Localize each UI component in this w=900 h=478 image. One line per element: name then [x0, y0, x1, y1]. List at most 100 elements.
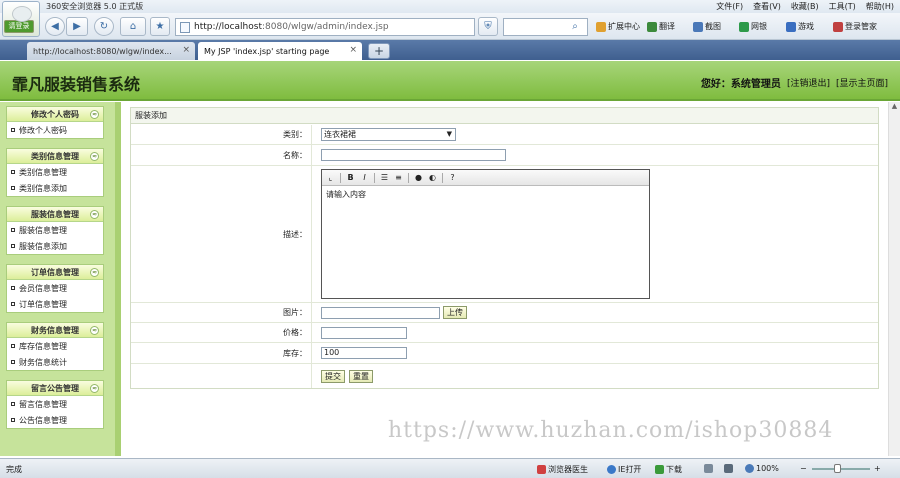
home-icon[interactable]: ⌂	[120, 17, 146, 36]
sidebar-group-title[interactable]: 留言公告管理 ≈	[7, 381, 103, 396]
stock-input[interactable]: 100	[321, 347, 407, 359]
upload-button[interactable]: 上传	[443, 306, 467, 319]
main-content: 服装添加 类别： 连衣裙裙 ▼ 名称： 描述： ⌞ B I ☰ ≡ ● ◐ ? …	[121, 102, 890, 456]
vertical-scrollbar[interactable]: ▲	[888, 102, 900, 456]
sidebar-item-clothing-manage[interactable]: 服装信息管理	[7, 222, 103, 238]
toolbar-login-manager[interactable]: 登录管家	[833, 21, 877, 32]
ie-open[interactable]: IE打开	[607, 464, 641, 475]
italic-button[interactable]: I	[360, 173, 369, 182]
menu-favorites[interactable]: 收藏(B)	[791, 1, 819, 12]
link-icon[interactable]: ●	[414, 173, 423, 182]
toolbar-screenshot[interactable]: 截图	[693, 21, 721, 32]
bold-button[interactable]: B	[346, 173, 355, 182]
submit-button[interactable]: 提交	[321, 369, 345, 383]
unordered-list-icon[interactable]: ≡	[394, 173, 403, 182]
category-label: 类别：	[283, 130, 307, 139]
bullet-icon	[11, 286, 15, 290]
sidebar-group-title[interactable]: 类别信息管理 ≈	[7, 149, 103, 164]
menu-file[interactable]: 文件(F)	[716, 1, 743, 12]
menu-view[interactable]: 查看(V)	[753, 1, 781, 12]
address-path: :8080/wlgw/admin/index.jsp	[261, 22, 389, 32]
sidebar: 修改个人密码 ≈ 修改个人密码 类别信息管理 ≈ 类别信息管理 类别信息添加 服装信…	[0, 102, 121, 456]
sidebar-group-orders: 订单信息管理 ≈ 会员信息管理 订单信息管理	[6, 264, 104, 313]
bullet-icon	[11, 128, 15, 132]
sidebar-item-notices[interactable]: 公告信息管理	[7, 412, 103, 428]
download-icon	[655, 465, 664, 474]
collapse-icon[interactable]: ≈	[90, 152, 99, 161]
description-label: 描述：	[283, 229, 307, 239]
menu-tools[interactable]: 工具(T)	[829, 1, 856, 12]
tab-home[interactable]: http://localhost:8080/wlgw/index... ×	[27, 42, 195, 60]
close-icon[interactable]: ×	[349, 45, 357, 55]
stock-label: 库存：	[283, 348, 307, 358]
zoom-slider-handle[interactable]	[834, 464, 841, 473]
zoom-in-icon[interactable]: +	[874, 464, 881, 473]
sidebar-item-orders[interactable]: 订单信息管理	[7, 296, 103, 312]
star-icon[interactable]: ★	[150, 17, 170, 36]
sidebar-group-title[interactable]: 修改个人密码 ≈	[7, 107, 103, 122]
source-icon[interactable]: ⌞	[326, 173, 335, 182]
download-button[interactable]: 下载	[655, 464, 682, 475]
toolbar-translate[interactable]: 翻译	[647, 21, 675, 32]
collapse-icon[interactable]: ≈	[90, 326, 99, 335]
add-clothing-form: 服装添加 类别： 连衣裙裙 ▼ 名称： 描述： ⌞ B I ☰ ≡ ● ◐ ? …	[130, 107, 879, 389]
back-icon[interactable]: ◀	[45, 17, 65, 36]
sidebar-item-finance-stats[interactable]: 财务信息统计	[7, 354, 103, 370]
site-header: 霏凡服装销售系统 您好：系统管理员 [注销退出] [显示主页面]	[0, 61, 900, 101]
new-tab-button[interactable]: +	[368, 43, 390, 59]
category-select[interactable]: 连衣裙裙 ▼	[321, 128, 456, 141]
toolbar-games[interactable]: 游戏	[786, 21, 814, 32]
address-bar[interactable]: http://localhost:8080/wlgw/admin/index.j…	[175, 18, 475, 36]
sidebar-group-title[interactable]: 服装信息管理 ≈	[7, 207, 103, 222]
menu-bar: 文件(F) 查看(V) 收藏(B) 工具(T) 帮助(H)	[716, 1, 894, 12]
browser-logo[interactable]: 请登录	[2, 1, 40, 37]
collapse-icon[interactable]: ≈	[90, 110, 99, 119]
name-input[interactable]	[321, 149, 506, 161]
sidebar-group-title[interactable]: 财务信息管理 ≈	[7, 323, 103, 338]
login-button[interactable]: 请登录	[4, 20, 34, 33]
zoom-level[interactable]: 100%	[745, 464, 779, 473]
sidebar-item-clothing-add[interactable]: 服装信息添加	[7, 238, 103, 254]
sidebar-group-password: 修改个人密码 ≈ 修改个人密码	[6, 106, 104, 139]
browser-doctor[interactable]: 浏览器医生	[537, 464, 588, 475]
sidebar-item-inventory[interactable]: 库存信息管理	[7, 338, 103, 354]
tab-bar: http://localhost:8080/wlgw/index... × My…	[0, 40, 900, 60]
sidebar-group-title[interactable]: 订单信息管理 ≈	[7, 265, 103, 280]
monitor-icon[interactable]	[704, 464, 713, 473]
collapse-icon[interactable]: ≈	[90, 210, 99, 219]
forward-icon[interactable]: ▶	[66, 17, 88, 36]
zoom-slider[interactable]	[812, 468, 870, 470]
collapse-icon[interactable]: ≈	[90, 268, 99, 277]
logout-link[interactable]: [注销退出]	[787, 76, 830, 89]
scroll-up-icon[interactable]: ▲	[889, 102, 900, 112]
rich-text-editor[interactable]: ⌞ B I ☰ ≡ ● ◐ ? 请输入内容	[321, 169, 650, 299]
sidebar-item-change-password[interactable]: 修改个人密码	[7, 122, 103, 138]
sidebar-item-category-manage[interactable]: 类别信息管理	[7, 164, 103, 180]
bullet-icon	[11, 360, 15, 364]
price-input[interactable]	[321, 326, 407, 339]
action-row: 提交 重置	[131, 364, 878, 388]
sidebar-item-messages[interactable]: 留言信息管理	[7, 396, 103, 412]
close-icon[interactable]: ×	[182, 45, 190, 55]
tab-admin[interactable]: My JSP 'index.jsp' starting page ×	[198, 42, 362, 60]
ordered-list-icon[interactable]: ☰	[380, 173, 389, 182]
image-input[interactable]	[321, 306, 440, 319]
help-icon[interactable]: ?	[448, 173, 457, 182]
home-link[interactable]: [显示主页面]	[836, 76, 888, 89]
reset-button[interactable]: 重置	[349, 369, 373, 383]
refresh-icon[interactable]: ↻	[94, 17, 114, 36]
toolbar-bank[interactable]: 网银	[739, 21, 767, 32]
zoom-out-icon[interactable]: −	[800, 464, 807, 473]
sidebar-item-members[interactable]: 会员信息管理	[7, 280, 103, 296]
menu-help[interactable]: 帮助(H)	[866, 1, 894, 12]
volume-icon[interactable]	[724, 464, 733, 473]
price-label: 价格：	[283, 328, 307, 337]
toolbar-extensions[interactable]: 扩展中心	[596, 21, 640, 32]
search-icon[interactable]: ⌕	[565, 17, 585, 36]
unlink-icon[interactable]: ◐	[428, 173, 437, 182]
editor-content[interactable]: 请输入内容	[322, 186, 649, 203]
collapse-icon[interactable]: ≈	[90, 384, 99, 393]
sidebar-item-category-add[interactable]: 类别信息添加	[7, 180, 103, 196]
sidebar-group-clothing: 服装信息管理 ≈ 服装信息管理 服装信息添加	[6, 206, 104, 255]
shield-icon[interactable]: ⛨	[478, 17, 498, 36]
